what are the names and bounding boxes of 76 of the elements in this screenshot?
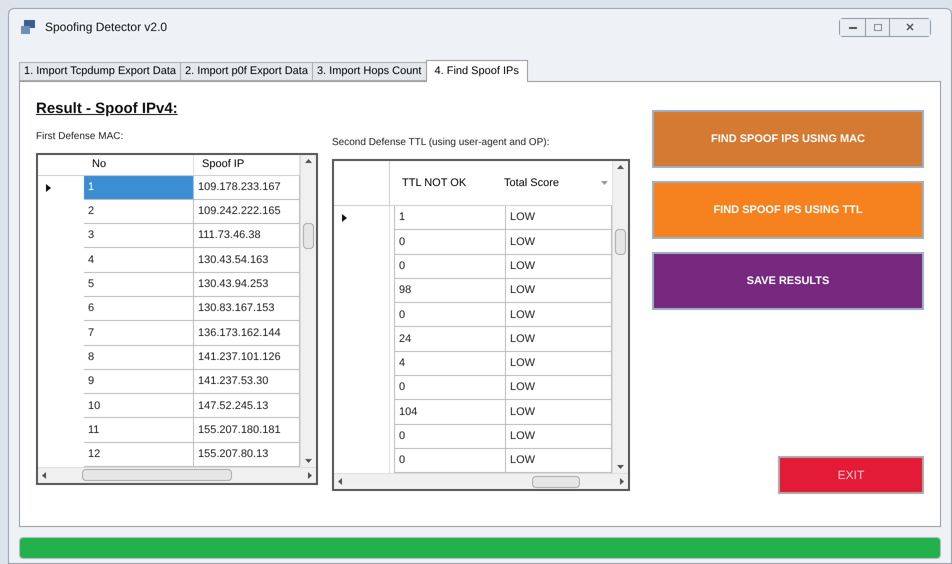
table-row[interactable]: 3 111.73.46.38 bbox=[38, 224, 300, 248]
table-cell: 1 bbox=[84, 176, 194, 200]
tab[interactable]: 1. Import Tcpdump Export Data bbox=[19, 62, 180, 81]
table-row[interactable]: 0 LOW bbox=[334, 303, 612, 328]
table-cell: 2 bbox=[84, 200, 194, 224]
vertical-scrollbar[interactable] bbox=[612, 161, 628, 474]
table-cell: 3 bbox=[84, 224, 194, 248]
table-cell: 0 bbox=[394, 376, 506, 400]
table-cell: 7 bbox=[84, 321, 194, 346]
right-arrow-icon[interactable] bbox=[308, 472, 312, 479]
column-header[interactable]: Total Score bbox=[496, 161, 601, 205]
scroll-thumb[interactable] bbox=[82, 469, 232, 482]
table-cell: 11 bbox=[84, 418, 194, 443]
table-row[interactable]: 8 141.237.101.126 bbox=[38, 346, 300, 370]
tab[interactable]: 3. Import Hops Count bbox=[312, 62, 426, 81]
close-button[interactable] bbox=[890, 18, 930, 36]
table-row[interactable]: 11 155.207.180.181 bbox=[38, 418, 300, 443]
table-row[interactable]: 0 LOW bbox=[334, 230, 612, 255]
up-arrow-icon[interactable] bbox=[617, 165, 624, 169]
table-cell: 24 bbox=[394, 327, 506, 352]
table-row[interactable]: 0 LOW bbox=[334, 424, 612, 449]
table-cell: 0 bbox=[394, 303, 506, 328]
table-row[interactable]: 98 LOW bbox=[334, 278, 612, 304]
sort-caret-icon bbox=[601, 181, 608, 185]
column-header[interactable]: TTL NOT OK bbox=[390, 161, 496, 205]
left-arrow-icon[interactable] bbox=[42, 472, 46, 479]
tab[interactable]: 2. Import p0f Export Data bbox=[180, 62, 312, 81]
table-cell: 0 bbox=[394, 424, 506, 449]
scroll-thumb[interactable] bbox=[532, 476, 580, 488]
table-row[interactable]: 4 130.43.54.163 bbox=[38, 248, 300, 273]
mac-label: First Defense MAC: bbox=[36, 130, 124, 144]
scroll-thumb[interactable] bbox=[303, 222, 314, 249]
table-cell: 8 bbox=[84, 346, 194, 370]
left-arrow-icon[interactable] bbox=[338, 478, 342, 486]
table-cell: 104 bbox=[394, 400, 506, 425]
down-arrow-icon[interactable] bbox=[617, 465, 624, 470]
maximize-button[interactable] bbox=[866, 18, 890, 36]
horizontal-scrollbar[interactable] bbox=[38, 467, 316, 482]
table-row[interactable]: 0 LOW bbox=[334, 376, 612, 400]
table-cell: 98 bbox=[394, 278, 506, 304]
table-row[interactable]: 9 141.237.53.30 bbox=[38, 370, 300, 394]
window-title: Spoofing Detector v2.0 bbox=[45, 19, 168, 36]
table-row[interactable]: 2 109.242.222.165 bbox=[38, 200, 300, 224]
table-row[interactable]: 7 136.173.162.144 bbox=[38, 321, 300, 346]
right-arrow-icon[interactable] bbox=[620, 478, 624, 486]
app-icon bbox=[21, 20, 37, 34]
action-button[interactable]: SAVE RESULTS bbox=[652, 252, 924, 310]
minimize-icon bbox=[848, 26, 856, 28]
table-cell: 9 bbox=[84, 370, 194, 394]
close-icon bbox=[906, 23, 914, 31]
column-header[interactable]: No bbox=[84, 154, 194, 174]
table-cell: 6 bbox=[84, 296, 194, 322]
table-cell: 5 bbox=[84, 272, 194, 297]
table-cell: 0 bbox=[394, 230, 506, 255]
table-row[interactable]: 104 LOW bbox=[334, 400, 612, 425]
tab[interactable]: 4. Find Spoof IPs bbox=[426, 60, 528, 82]
table-cell: 10 bbox=[84, 394, 194, 418]
ttl-label: Second Defense TTL (using user-agent and OP): bbox=[332, 136, 550, 150]
table-cell: 4 bbox=[394, 352, 506, 376]
result-heading: Result - Spoof IPv4: bbox=[36, 99, 179, 119]
table-row[interactable]: 5 130.43.94.253 bbox=[38, 272, 300, 297]
up-arrow-icon[interactable] bbox=[305, 158, 312, 162]
table-row[interactable]: 4 LOW bbox=[334, 352, 612, 376]
scroll-thumb[interactable] bbox=[615, 229, 626, 256]
horizontal-scrollbar[interactable] bbox=[334, 473, 628, 489]
table-row[interactable]: 10 147.52.245.13 bbox=[38, 394, 300, 418]
table-row[interactable]: 24 LOW bbox=[334, 327, 612, 352]
table-row[interactable]: 0 LOW bbox=[334, 254, 612, 279]
table-cell: 1 bbox=[394, 206, 506, 230]
vertical-scrollbar[interactable] bbox=[300, 154, 316, 468]
maximize-icon bbox=[874, 24, 882, 30]
table-cell: 4 bbox=[84, 248, 194, 273]
minimize-button[interactable] bbox=[840, 18, 866, 36]
table-cell: 0 bbox=[394, 254, 506, 279]
down-arrow-icon[interactable] bbox=[305, 459, 312, 464]
table-row[interactable]: 6 130.83.167.153 bbox=[38, 296, 300, 322]
